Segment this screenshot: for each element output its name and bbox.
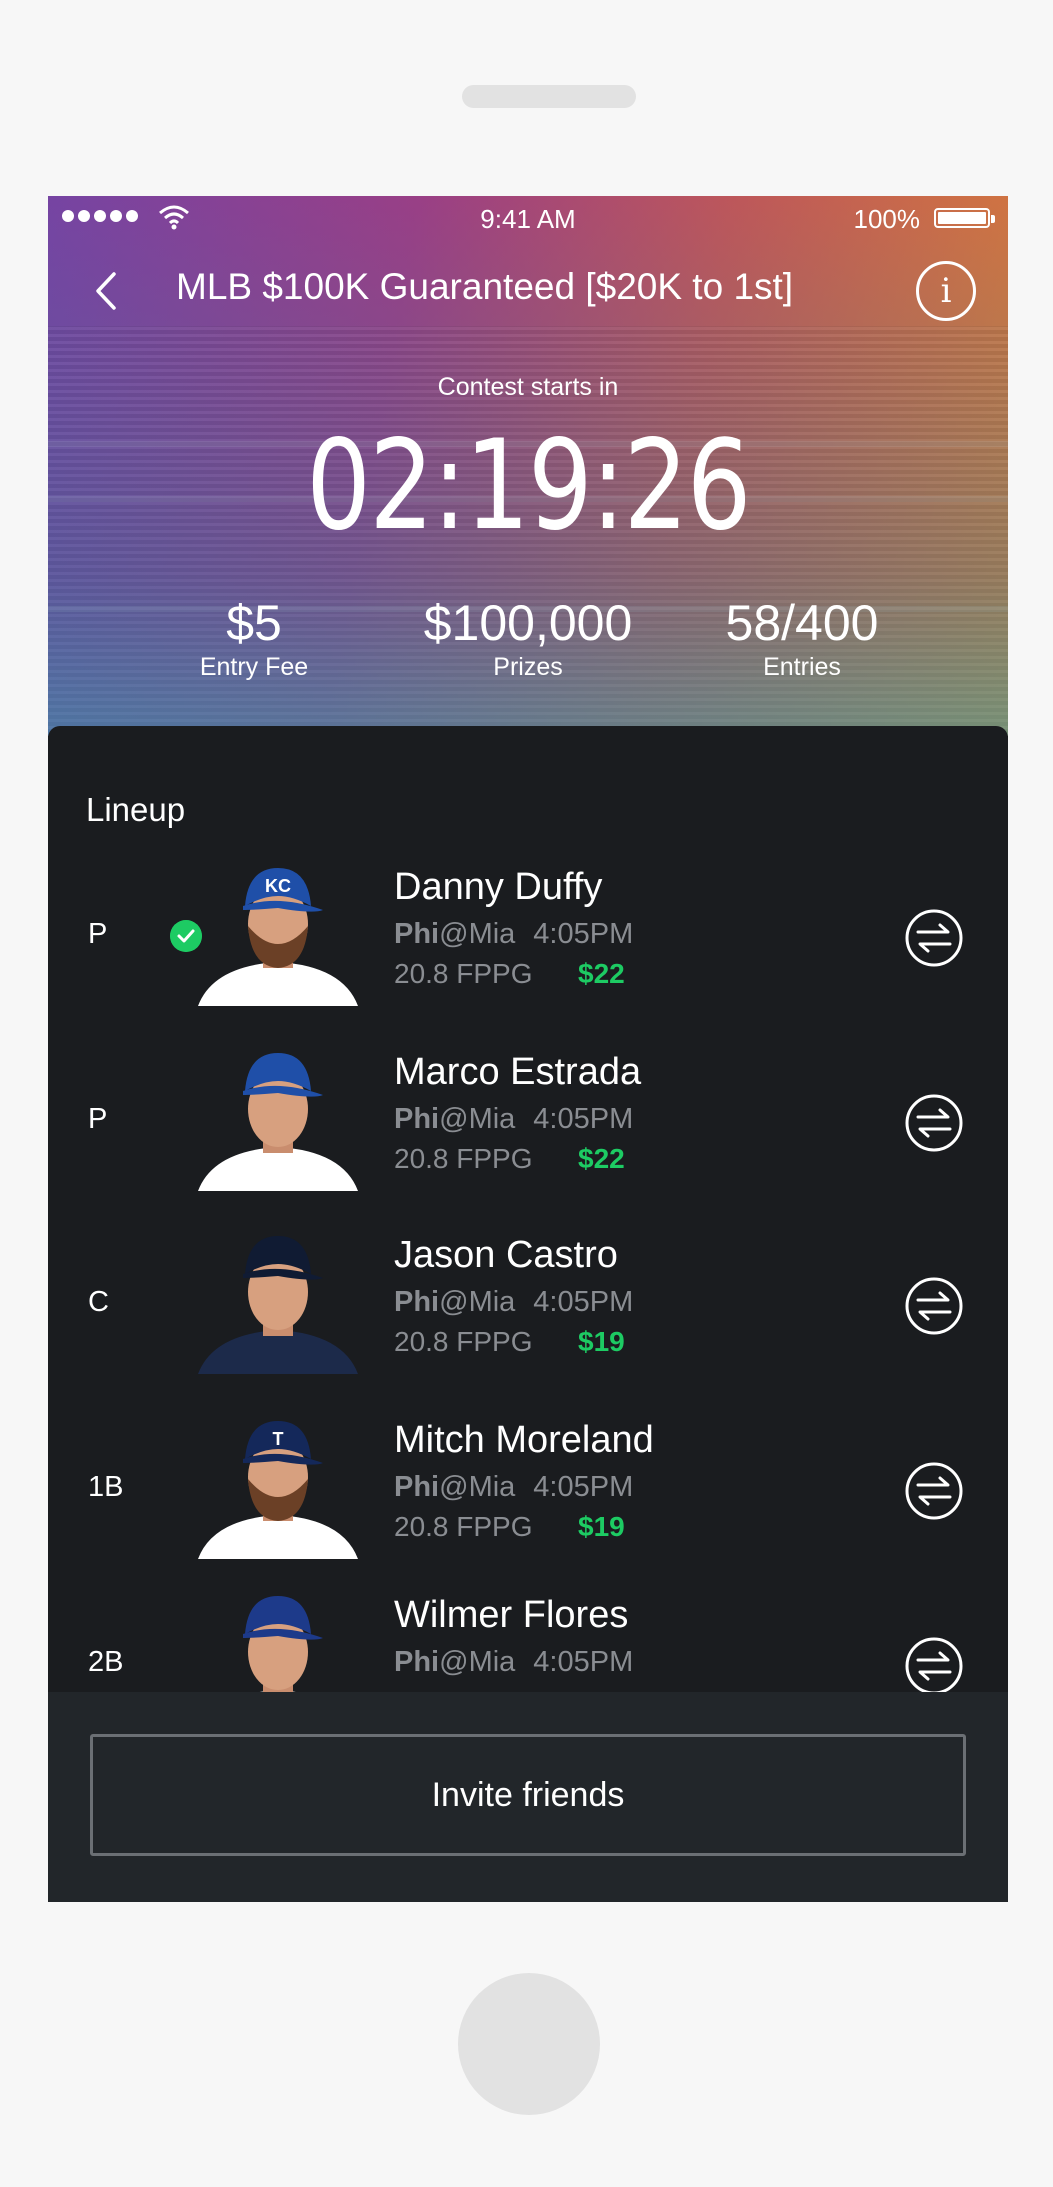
swap-player-icon[interactable]: [904, 1636, 964, 1696]
phone-speaker: [462, 85, 636, 108]
swap-player-icon[interactable]: [904, 1276, 964, 1336]
player-fppg: 20.8 FPPG: [394, 1143, 533, 1174]
svg-text:KC: KC: [265, 876, 291, 896]
player-team: Phi: [394, 1286, 440, 1318]
player-salary: $22: [578, 1143, 625, 1174]
player-salary: $22: [578, 958, 625, 989]
status-bar: 9:41 AM 100%: [48, 196, 1008, 240]
player-team: Phi: [394, 1103, 440, 1135]
game-time: 4:05PM: [533, 1103, 634, 1135]
back-chevron-icon[interactable]: [86, 268, 126, 314]
player-fppg: 20.8 FPPG: [394, 1326, 533, 1357]
battery-icon: [934, 208, 995, 228]
player-position: 2B: [88, 1646, 124, 1678]
player-position: P: [88, 1103, 108, 1135]
game-time: 4:05PM: [533, 1646, 634, 1678]
player-name: Jason Castro: [394, 1234, 618, 1276]
player-team: Phi: [394, 918, 440, 950]
player-opponent: @Mia: [439, 1286, 516, 1318]
swap-player-icon[interactable]: [904, 1461, 964, 1521]
player-salary: $19: [578, 1326, 625, 1357]
player-avatar: KC: [193, 866, 363, 1006]
player-position: 1B: [88, 1471, 124, 1503]
player-position: C: [88, 1286, 109, 1318]
player-team: Phi: [394, 1471, 440, 1503]
lineup-row[interactable]: P Marco Estrada Phi@Mia 4:05PM 20.8 FPPG $22: [48, 1051, 1008, 1221]
player-team: Phi: [394, 1646, 440, 1678]
player-fppg: 20.8 FPPG: [394, 958, 533, 989]
swap-player-icon[interactable]: [904, 1093, 964, 1153]
invite-friends-button[interactable]: Invite friends: [90, 1734, 966, 1856]
countdown-timer: 02:19:26: [306, 414, 751, 558]
battery-percentage: 100%: [853, 204, 921, 234]
info-icon[interactable]: i: [916, 261, 976, 321]
lineup-row[interactable]: C Jason Castro Phi@Mia 4:05PM 20.8 FPPG $19: [48, 1234, 1008, 1404]
player-opponent: @Mia: [439, 1471, 516, 1503]
footer-bar: Invite friends: [48, 1692, 1008, 1902]
stat-value: $5: [226, 595, 282, 651]
player-opponent: @Mia: [439, 1646, 516, 1678]
stat-label: Prizes: [493, 653, 563, 681]
stat-value: $100,000: [423, 595, 633, 651]
player-avatar: [193, 1051, 363, 1191]
stat-entry-fee: $5 Entry Fee: [124, 594, 384, 682]
lineup-title: Lineup: [86, 791, 186, 828]
player-name: Wilmer Flores: [394, 1594, 629, 1636]
game-time: 4:05PM: [533, 918, 634, 950]
player-matchup: Phi@Mia 4:05PM: [394, 1471, 633, 1504]
contest-title: MLB $100K Guaranteed [$20K to 1st]: [176, 266, 794, 307]
lineup-row[interactable]: 1B T Mitch Moreland Phi@Mia 4:05PM 20.8 FPPG $…: [48, 1419, 1008, 1589]
svg-text:T: T: [273, 1429, 284, 1449]
player-name: Danny Duffy: [394, 866, 603, 908]
player-matchup: Phi@Mia 4:05PM: [394, 1103, 633, 1136]
player-salary: $19: [578, 1511, 625, 1542]
player-matchup: Phi@Mia 4:05PM: [394, 918, 633, 951]
stat-label: Entry Fee: [199, 653, 309, 681]
player-avatar: [193, 1234, 363, 1374]
player-matchup: Phi@Mia 4:05PM: [394, 1646, 633, 1679]
nav-bar: MLB $100K Guaranteed [$20K to 1st] i: [48, 256, 1008, 326]
player-name: Mitch Moreland: [394, 1419, 654, 1461]
stat-value: 58/400: [725, 595, 879, 651]
swap-player-icon[interactable]: [904, 908, 964, 968]
game-time: 4:05PM: [533, 1471, 634, 1503]
contest-header: 9:41 AM 100% MLB $100K Guaranteed [$20K …: [48, 196, 1008, 736]
stat-entries: 58/400 Entries: [672, 594, 932, 682]
player-avatar: T: [193, 1419, 363, 1559]
player-opponent: @Mia: [439, 1103, 516, 1135]
player-matchup: Phi@Mia 4:05PM: [394, 1286, 633, 1319]
contest-starts-label: Contest starts in: [437, 373, 619, 401]
phone-home-button[interactable]: [458, 1973, 600, 2115]
stat-prizes: $100,000 Prizes: [398, 594, 658, 682]
game-time: 4:05PM: [533, 1286, 634, 1318]
player-opponent: @Mia: [439, 918, 516, 950]
player-position: P: [88, 918, 108, 950]
player-fppg: 20.8 FPPG: [394, 1511, 533, 1542]
stat-label: Entries: [763, 653, 841, 681]
lineup-row[interactable]: P KC Danny Duffy Phi@Mia 4:05PM 20.8 FPPG $22: [48, 866, 1008, 1036]
app-screen: 9:41 AM 100% MLB $100K Guaranteed [$20K …: [48, 196, 1008, 1902]
player-name: Marco Estrada: [394, 1051, 642, 1093]
